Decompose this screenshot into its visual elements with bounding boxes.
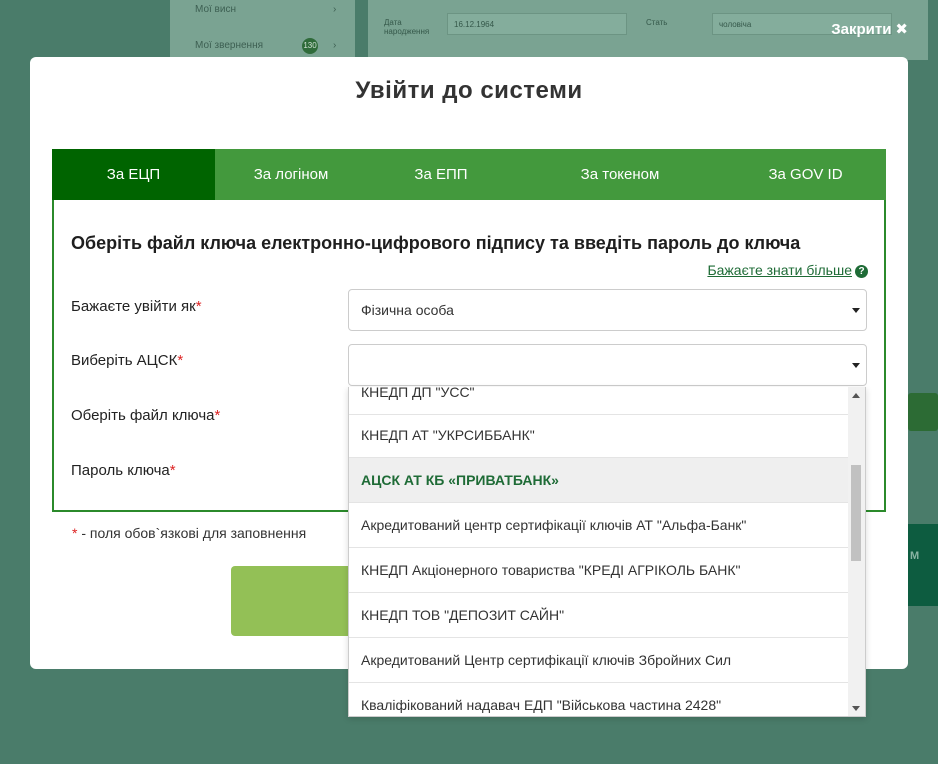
bg-sidebar-item: Мої висн [195,4,236,15]
login-as-select[interactable]: Фізична особа [348,289,867,331]
key-file-label: Оберіть файл ключа* [71,407,221,424]
chevron-right-icon: › [333,40,337,51]
dropdown-scrollbar[interactable] [848,387,865,716]
chevron-down-icon [852,363,860,368]
login-as-label: Бажаєте увійти як* [71,298,202,315]
acsk-option[interactable]: Акредитований центр сертифікації ключів … [349,503,849,548]
acsk-label: Виберіть АЦСК* [71,352,184,369]
scrollbar-thumb[interactable] [851,465,861,561]
tab-ecp[interactable]: За ЕЦП [52,149,215,200]
acsk-option[interactable]: Акредитований Центр сертифікації ключів … [349,638,849,683]
acsk-option[interactable]: КНЕДП АТ "УКРСИББАНК" [349,413,849,458]
acsk-option-selected[interactable]: АЦСК АТ КБ «ПРИВАТБАНК» [349,458,849,503]
tab-token[interactable]: За токеном [515,149,725,200]
acsk-dropdown-list: КНЕДП ДП "УСС" КНЕДП АТ "УКРСИББАНК" АЦС… [348,387,866,717]
bg-label: Дата народження [384,18,430,36]
modal-title: Увійти до системи [355,77,583,104]
bg-label: Стать [646,18,668,27]
acsk-select[interactable] [348,344,867,386]
chevron-right-icon: › [333,4,337,15]
tab-gov-id[interactable]: За GOV ID [725,149,886,200]
tab-login[interactable]: За логіном [215,149,367,200]
key-password-label: Пароль ключа* [71,462,176,479]
scroll-up-icon[interactable] [852,393,860,398]
close-icon: ✖ [895,21,908,38]
bg-input: 16.12.1964 [447,13,627,35]
panel-heading: Оберіть файл ключа електронно-цифрового … [71,233,801,253]
submit-button[interactable] [231,566,351,636]
acsk-option[interactable]: КНЕДП Акціонерного товариства "КРЕДІ АГР… [349,548,849,593]
acsk-option[interactable]: КНЕДП ТОВ "ДЕПОЗИТ САЙН" [349,593,849,638]
chevron-down-icon [852,308,860,313]
bg-button [908,393,938,431]
required-note: * - поля обов`язкові для заповнення [72,525,307,541]
learn-more-link[interactable]: Бажаєте знати більше? [707,262,868,278]
acsk-option[interactable]: КНЕДП ДП "УСС" [349,387,849,415]
bg-sidebar-item: Мої звернення [195,40,264,51]
bg-block: М [908,524,938,606]
close-button[interactable]: Закрити ✖ [831,20,908,38]
acsk-option[interactable]: Кваліфікований надавач ЕДП "Військова ча… [349,683,849,716]
close-label: Закрити [831,21,892,38]
bg-badge: 130 [302,38,318,54]
login-tabs: За ЕЦП За логіном За ЕПП За токеном За G… [52,149,886,200]
scroll-down-icon[interactable] [852,706,860,711]
help-icon: ? [855,264,868,278]
tab-epp[interactable]: За ЕПП [367,149,515,200]
